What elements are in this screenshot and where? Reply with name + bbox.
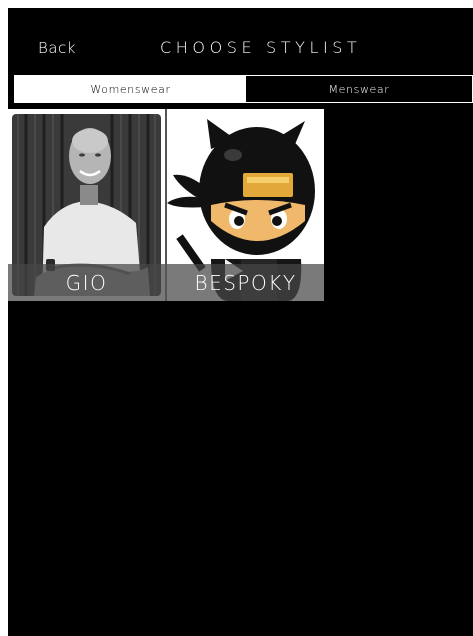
stylist-name-gio: GIO bbox=[65, 270, 108, 295]
stylist-grid: GIO BESPOKY bbox=[8, 109, 473, 301]
stylist-name-bespoky: BESPOKY bbox=[194, 270, 297, 295]
back-button[interactable]: Back bbox=[38, 39, 76, 57]
app-screen: Back CHOOSE STYLIST Womenswear Menswear bbox=[8, 8, 473, 636]
stylist-label-band: BESPOKY bbox=[167, 264, 324, 301]
navigation-bar: Back CHOOSE STYLIST bbox=[8, 8, 473, 74]
stylist-tile-bespoky[interactable]: BESPOKY bbox=[167, 109, 324, 301]
tab-menswear[interactable]: Menswear bbox=[246, 76, 472, 102]
page-title: CHOOSE STYLIST bbox=[160, 38, 362, 57]
gender-segmented-control: Womenswear Menswear bbox=[14, 75, 473, 103]
stylist-tile-gio[interactable]: GIO bbox=[8, 109, 165, 301]
stylist-label-band: GIO bbox=[8, 264, 165, 301]
tab-womenswear[interactable]: Womenswear bbox=[15, 76, 246, 102]
